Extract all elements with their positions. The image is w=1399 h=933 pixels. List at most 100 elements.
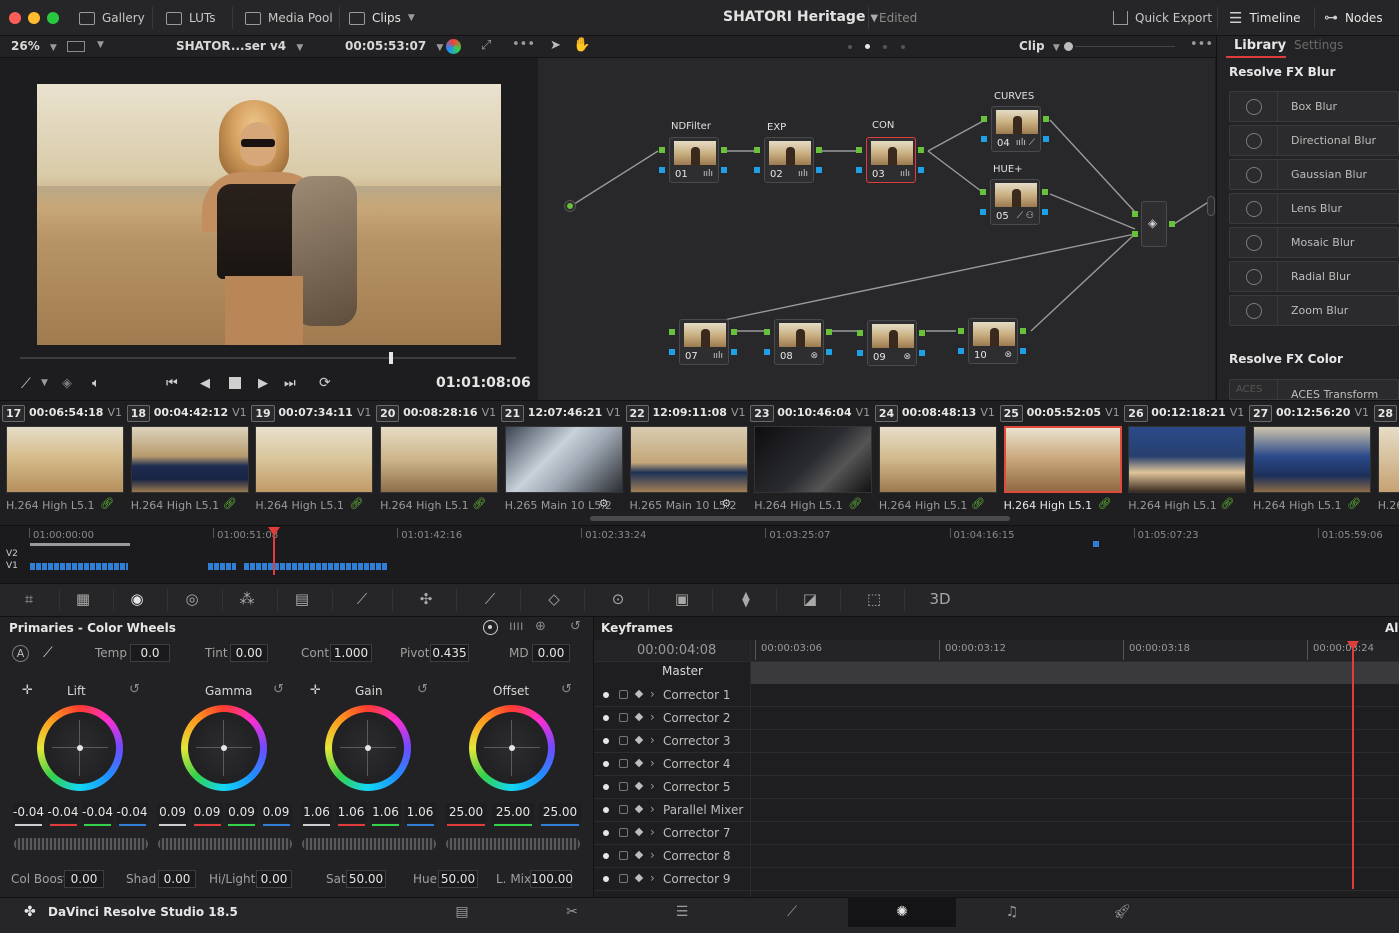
clip-thumbnail[interactable]: [6, 426, 124, 493]
chevron-right-icon[interactable]: ›: [650, 733, 655, 747]
hdr-wheels-icon[interactable]: ◎: [180, 588, 204, 610]
gamma-value-r[interactable]: 0.09: [191, 803, 223, 823]
page-dot[interactable]: [848, 45, 852, 49]
scrubber-playhead[interactable]: [389, 352, 393, 364]
timeline-toggle-button[interactable]: ☰ Timeline: [1229, 0, 1300, 36]
play-reverse-icon[interactable]: ◀: [200, 376, 210, 391]
node-rgb-input[interactable]: [764, 329, 770, 335]
clip-17[interactable]: 17 00:06:54:18 V1 H.264 High L5.1 🔗︎: [0, 403, 124, 515]
clip-20[interactable]: 20 00:08:28:16 V1 H.264 High L5.1 🔗︎: [374, 403, 499, 515]
enable-dot[interactable]: [603, 784, 609, 790]
keyframe-diamond-icon[interactable]: [634, 850, 644, 860]
chevron-right-icon[interactable]: ›: [650, 871, 655, 885]
offset-master-wheel[interactable]: [446, 838, 580, 850]
clip-28[interactable]: 28 H.26: [1372, 403, 1399, 515]
hand-tool-icon[interactable]: ✋: [573, 37, 590, 53]
wheel-handle[interactable]: [221, 745, 227, 751]
deliver-page-icon[interactable]: 🚀︎: [1110, 902, 1134, 922]
keyframe-diamond-icon[interactable]: [634, 827, 644, 837]
page-dot[interactable]: [883, 45, 887, 49]
chevron-right-icon[interactable]: ›: [650, 802, 655, 816]
node-05[interactable]: 05 ⟋ ⚇: [990, 179, 1040, 225]
source-node[interactable]: [564, 200, 576, 212]
chevron-right-icon[interactable]: ›: [650, 825, 655, 839]
clip-thumbnail[interactable]: [1003, 426, 1122, 493]
cut-page-icon[interactable]: ✂: [560, 902, 584, 922]
lum-mix-field[interactable]: 100.00: [530, 870, 573, 888]
zoom-level[interactable]: 26% ▼: [11, 39, 57, 53]
keyframe-diamond-icon[interactable]: [634, 781, 644, 791]
enable-dot[interactable]: [603, 692, 609, 698]
keyframe-row[interactable]: › Parallel Mixer: [594, 799, 1399, 822]
nodes-toggle-button[interactable]: ⊶ Nodes: [1324, 0, 1383, 36]
node-alpha-input[interactable]: [764, 349, 770, 355]
tab-library[interactable]: Library: [1234, 38, 1286, 53]
reset-icon[interactable]: ↺: [570, 619, 581, 634]
crosshair-icon[interactable]: ✛: [310, 683, 321, 698]
node-rgb-input[interactable]: [857, 330, 863, 336]
go-to-end-icon[interactable]: ⏭︎: [284, 376, 296, 391]
keyframe-diamond-icon[interactable]: [634, 735, 644, 745]
clip-thumbnail[interactable]: [130, 426, 249, 493]
reset-gamma-icon[interactable]: ↺: [273, 682, 284, 697]
md-field[interactable]: 0.00: [532, 644, 570, 662]
chevron-right-icon[interactable]: ›: [650, 710, 655, 724]
node-rgb-input[interactable]: [856, 147, 862, 153]
gamma-value-g[interactable]: 0.09: [226, 803, 257, 823]
gain-value-g[interactable]: 1.06: [370, 803, 401, 823]
wheel-lift[interactable]: [37, 705, 123, 791]
eyedropper-icon[interactable]: ⟋: [21, 376, 31, 392]
wheel-gamma[interactable]: [181, 705, 267, 791]
keyframe-row[interactable]: › Corrector 3: [594, 730, 1399, 753]
luts-button[interactable]: LUTs: [166, 0, 215, 36]
volume-icon[interactable]: 🔈︎: [92, 376, 100, 391]
node-alpha-output[interactable]: [1043, 136, 1049, 142]
keyframe-diamond-icon[interactable]: [634, 758, 644, 768]
v2-clip[interactable]: [1093, 541, 1099, 547]
keyframe-row[interactable]: › Corrector 8: [594, 845, 1399, 868]
node-10[interactable]: 10 ⊗: [968, 318, 1018, 364]
bars-mode-icon[interactable]: ıııı: [509, 619, 523, 634]
keyframe-diamond-icon[interactable]: [634, 712, 644, 722]
lock-icon[interactable]: [619, 759, 628, 768]
gain-value-r[interactable]: 1.06: [335, 803, 367, 823]
color-mode-icon[interactable]: [446, 39, 461, 54]
magic-mask-icon[interactable]: ▣: [670, 588, 694, 610]
wheel-handle[interactable]: [509, 745, 515, 751]
node-alpha-input[interactable]: [958, 348, 964, 354]
hilight-field[interactable]: 0.00: [256, 870, 292, 888]
fx-item-lens-blur[interactable]: Lens Blur: [1229, 193, 1399, 224]
gain-value-b[interactable]: 1.06: [404, 803, 436, 823]
keyframe-row[interactable]: › Corrector 2: [594, 707, 1399, 730]
node-alpha-input[interactable]: [754, 167, 760, 173]
hue-field[interactable]: 50.00: [438, 870, 478, 888]
minimize-window-button[interactable]: [28, 12, 40, 24]
quick-export-button[interactable]: Quick Export: [1113, 0, 1212, 36]
wheel-offset[interactable]: [469, 705, 555, 791]
offset-value-b[interactable]: 25.00: [539, 803, 581, 823]
more-options-icon[interactable]: •••: [1190, 37, 1213, 52]
lock-icon[interactable]: [619, 782, 628, 791]
lift-value-g[interactable]: -0.04: [82, 803, 113, 823]
node-rgb-input[interactable]: [659, 147, 665, 153]
clip-strip-scrollbar[interactable]: [590, 516, 1010, 521]
node-08[interactable]: 08 ⊗: [774, 319, 824, 365]
node-output[interactable]: [1169, 221, 1175, 227]
node-rgb-output[interactable]: [826, 329, 832, 335]
enable-dot[interactable]: [603, 853, 609, 859]
viewer-scrubber[interactable]: [20, 357, 516, 359]
node-alpha-input[interactable]: [857, 350, 863, 356]
node-alpha-output[interactable]: [816, 167, 822, 173]
lock-icon[interactable]: [619, 690, 628, 699]
window-icon[interactable]: ◇: [542, 588, 566, 610]
gain-master-wheel[interactable]: [302, 838, 436, 850]
keyframe-row[interactable]: › Corrector 9: [594, 868, 1399, 891]
chevron-right-icon[interactable]: ›: [650, 779, 655, 793]
node-alpha-output[interactable]: [919, 350, 925, 356]
tab-settings[interactable]: Settings: [1294, 38, 1343, 52]
v1-clips-group[interactable]: [208, 563, 236, 570]
node-rgb-output[interactable]: [1042, 189, 1048, 195]
keyframe-row[interactable]: › Corrector 4: [594, 753, 1399, 776]
clip-24[interactable]: 24 00:08:48:13 V1 H.264 High L5.1 🔗︎: [873, 403, 997, 515]
clip-18[interactable]: 18 00:04:42:12 V1 H.264 High L5.1 🔗︎: [125, 403, 249, 515]
